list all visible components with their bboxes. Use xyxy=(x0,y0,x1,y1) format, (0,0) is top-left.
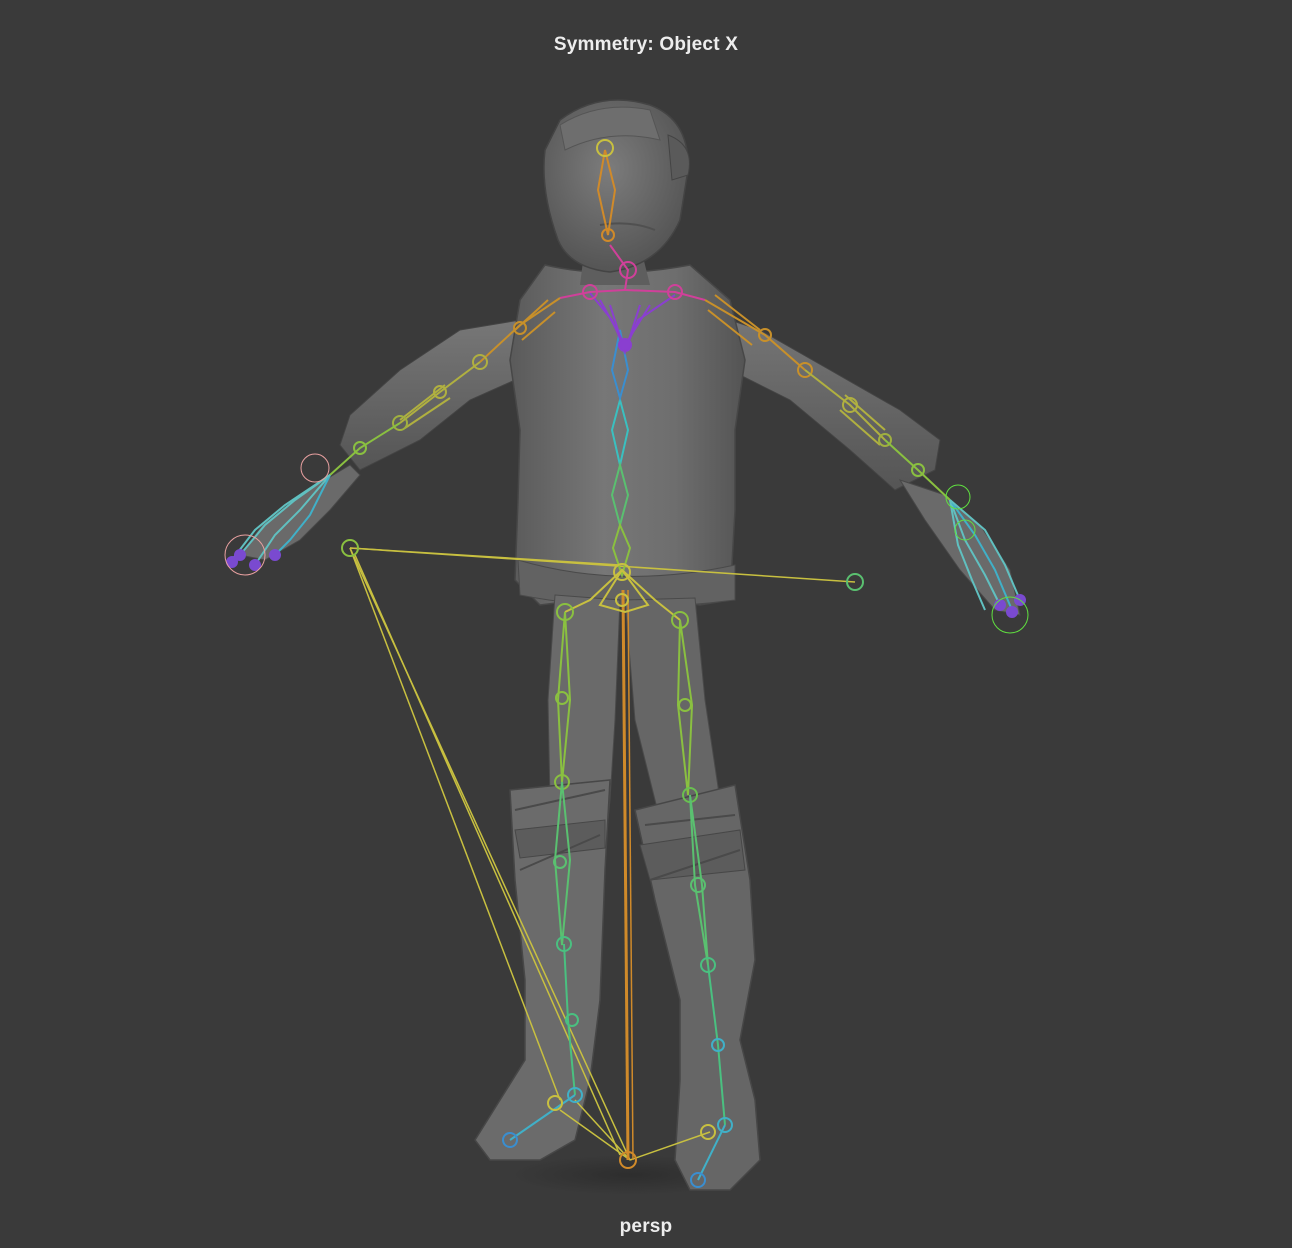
root-bone xyxy=(621,589,630,1161)
camera-name-label: persp xyxy=(619,1216,673,1237)
character-mesh[interactable] xyxy=(239,99,1021,1191)
ear-detail xyxy=(667,134,690,181)
scene-canvas[interactable] xyxy=(0,0,1292,1248)
left-sleeve xyxy=(339,319,521,471)
maya-perspective-viewport[interactable]: Symmetry: Object X persp xyxy=(0,0,1292,1248)
